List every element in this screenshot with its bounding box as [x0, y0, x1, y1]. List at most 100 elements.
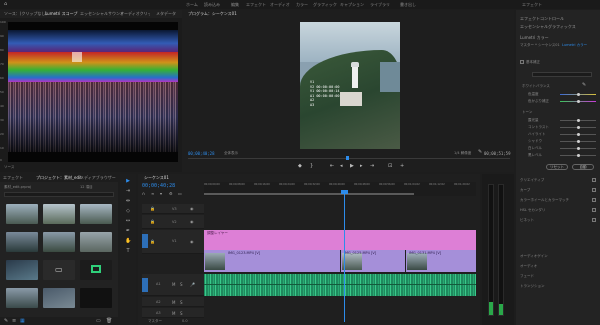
menu-item-captions[interactable]: キャプション [340, 2, 364, 8]
home-icon[interactable]: ⌂ [4, 1, 7, 7]
solo-icon[interactable]: S [180, 282, 183, 287]
lock-icon[interactable]: 🔒 [150, 206, 155, 211]
lock-icon[interactable]: 🔒 [150, 239, 155, 244]
slider-temp-knob[interactable] [576, 92, 580, 96]
pen-tool-icon[interactable]: ✒ [125, 228, 131, 234]
tab-media-browser[interactable]: メディアブラウザー [80, 175, 116, 181]
track-header-v1[interactable]: V1 🔒 ◉ [142, 230, 204, 254]
icon-view-icon[interactable]: ▦ [20, 318, 25, 324]
menu-item-audio[interactable]: オーディオ [270, 2, 290, 8]
media-thumbnail[interactable] [80, 288, 112, 308]
mute-icon[interactable]: M [172, 311, 175, 316]
new-bin-icon[interactable]: ▭ [96, 318, 101, 324]
selection-tool-icon[interactable]: ▶ [125, 178, 131, 184]
fit-dropdown[interactable]: 全体表示 [224, 151, 238, 156]
track-header-a2[interactable]: A2 M S [142, 297, 204, 307]
media-thumbnail[interactable] [43, 232, 75, 252]
pencil-icon[interactable]: ✎ [4, 318, 8, 324]
tab-effects[interactable]: エフェクト [3, 175, 23, 181]
trash-icon[interactable]: 🗑 [106, 318, 112, 324]
time-ruler[interactable]: 00;00;00;00 00;00;08;00 00;00;16;00 00;0… [204, 182, 476, 196]
menu-item-import[interactable]: 読み込み [204, 2, 220, 8]
media-thumbnail[interactable] [6, 288, 38, 308]
slider-highlights-knob[interactable] [576, 132, 580, 136]
audio-clip[interactable] [204, 274, 476, 296]
effects-header[interactable]: エフェクトコントロール [520, 16, 564, 22]
track-select-icon[interactable]: ⇥ [125, 188, 131, 194]
mic-icon[interactable]: 🎤 [190, 282, 195, 287]
curves-checkbox[interactable] [592, 188, 596, 192]
program-scrub-bar[interactable] [188, 158, 510, 159]
menu-item-home[interactable]: ホーム [186, 2, 198, 8]
eye-icon[interactable]: ◉ [190, 206, 194, 211]
lock-icon[interactable]: 🔒 [150, 219, 155, 224]
export-frame-icon[interactable]: ⊡ [388, 163, 392, 169]
section-creative[interactable]: クリエイティブ [520, 178, 544, 183]
media-thumbnail[interactable] [43, 204, 75, 224]
lower-item[interactable]: トランジション [520, 284, 545, 289]
mark-out-icon[interactable]: } [310, 163, 313, 169]
mute-icon[interactable]: M [172, 300, 175, 305]
lower-item[interactable]: オーディオゲイン [520, 254, 548, 259]
media-thumbnail[interactable] [6, 232, 38, 252]
list-view-icon[interactable]: ≡ [12, 318, 16, 324]
source-row[interactable]: マスター * シーケンス01 [520, 43, 560, 48]
video-clip[interactable]: IMG_0123.MP4 [V] [204, 250, 340, 272]
slip-tool-icon[interactable]: ↔ [125, 218, 131, 224]
step-back-icon[interactable]: ◂ [340, 163, 343, 169]
program-title[interactable]: プログラム：シーケンス01 [188, 11, 237, 17]
menu-item-graphics[interactable]: グラフィック [313, 2, 337, 8]
wrench-icon[interactable]: ✎ [478, 149, 482, 155]
captions-icon[interactable]: ▭ [178, 191, 182, 196]
creative-checkbox[interactable] [592, 178, 596, 182]
master-value[interactable]: 0.0 [182, 319, 188, 323]
menu-item-color[interactable]: カラー [296, 2, 308, 8]
project-search-input[interactable] [4, 192, 114, 197]
source-patch-v1[interactable] [142, 234, 148, 248]
lumetri-section-title[interactable]: Lumetri カラー [520, 35, 549, 41]
slider-contrast-knob[interactable] [576, 125, 580, 129]
track-header-a1[interactable]: A1 M S 🎤 [142, 274, 204, 296]
wheels-checkbox[interactable] [592, 198, 596, 202]
mute-icon[interactable]: M [172, 282, 175, 287]
hsl-checkbox[interactable] [592, 208, 596, 212]
eyedropper-icon[interactable]: ✎ [582, 82, 586, 88]
source-patch-a1[interactable] [142, 278, 148, 292]
add-button-icon[interactable]: + [400, 163, 404, 169]
section-hsl[interactable]: HSL セカンダリ [520, 208, 545, 213]
solo-icon[interactable]: S [180, 300, 183, 305]
media-thumbnail[interactable] [6, 204, 38, 224]
tab-project[interactable]: プロジェクト：素材_edit [36, 175, 82, 181]
video-clip[interactable]: IMG_0131.MP4 [V] [406, 250, 476, 272]
timeline-playhead-handle[interactable] [341, 190, 348, 194]
media-thumbnail[interactable] [43, 288, 75, 308]
timeline-settings-icon[interactable]: ⚙ [169, 191, 173, 196]
tab-essential-sound[interactable]: エッセンシャルサウンド [80, 11, 124, 17]
play-icon[interactable]: ▶ [350, 163, 354, 169]
vignette-checkbox[interactable] [592, 218, 596, 222]
lower-item[interactable]: フェード [520, 274, 534, 279]
slider-shadows-knob[interactable] [576, 139, 580, 143]
eye-icon[interactable]: ◉ [190, 239, 194, 244]
track-header-v2[interactable]: V2 🔒 ◉ [142, 215, 204, 229]
video-clip[interactable]: IMG_0125.MP4 [V] [341, 250, 405, 272]
program-playhead[interactable] [346, 156, 349, 160]
timeline-timecode[interactable]: 00;00;40;28 [142, 183, 175, 189]
tab-metadata[interactable]: メタデータ [156, 11, 176, 17]
menu-item-effects[interactable]: エフェクト [246, 2, 266, 8]
lower-item[interactable]: オーディオ [520, 264, 537, 269]
menu-item-export[interactable]: 書き出し [400, 2, 416, 8]
section-curves[interactable]: カーブ [520, 188, 530, 193]
basic-correction-checkbox[interactable] [520, 60, 524, 64]
track-header-v3[interactable]: V3 🔒 ◉ [142, 204, 204, 214]
add-marker-icon[interactable]: ▾ [160, 191, 162, 196]
slider-whites-knob[interactable] [576, 146, 580, 150]
hand-tool-icon[interactable]: ✋ [125, 238, 131, 244]
go-to-in-icon[interactable]: ⇤ [330, 163, 334, 169]
media-thumbnail[interactable] [80, 204, 112, 224]
bin-folder[interactable]: ▭ [43, 260, 75, 280]
auto-button[interactable]: 自動 [572, 164, 594, 170]
media-thumbnail[interactable] [6, 260, 38, 280]
section-wheels[interactable]: カラーホイールとカラーマッチ [520, 198, 588, 203]
razor-icon[interactable]: ◇ [125, 208, 131, 214]
